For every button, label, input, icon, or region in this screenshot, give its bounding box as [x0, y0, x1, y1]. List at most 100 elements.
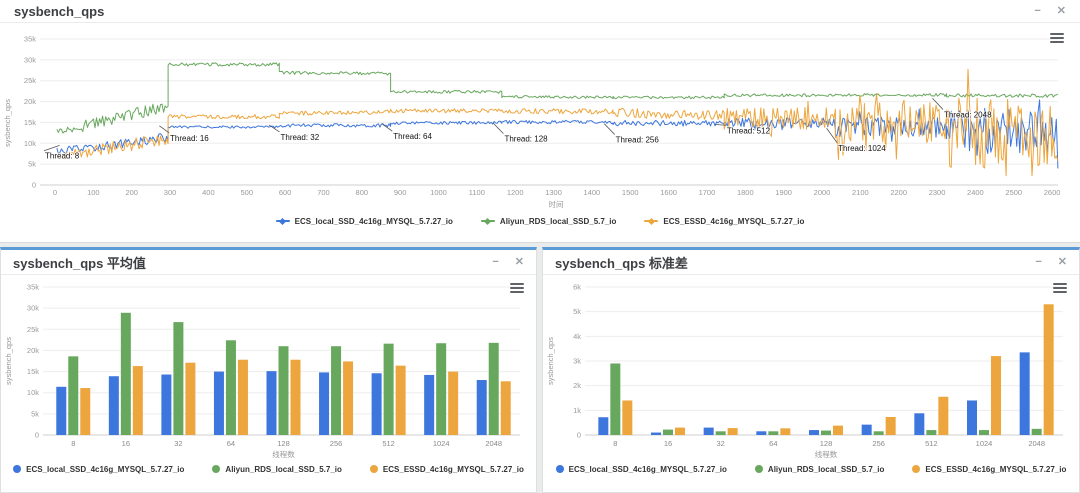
bar-512-orange[interactable]	[396, 366, 406, 435]
legend-item-green[interactable]: Aliyun_RDS_local_SSD_5.7_io	[755, 465, 885, 474]
bar-1024-blue[interactable]	[424, 375, 434, 435]
bar-256-green[interactable]	[331, 346, 341, 435]
annotation-label: Thread: 16	[170, 134, 209, 143]
svg-text:30k: 30k	[24, 55, 36, 64]
legend-item-orange[interactable]: ECS_ESSD_4c16g_MYSQL_5.7.27_io	[370, 465, 524, 474]
bar-256-green[interactable]	[874, 431, 884, 435]
bar-512-green[interactable]	[926, 430, 936, 435]
close-icon[interactable]: ✕	[1058, 257, 1067, 268]
bar-2048-orange[interactable]	[1044, 304, 1054, 435]
bar-512-orange[interactable]	[938, 397, 948, 435]
bar-512-blue[interactable]	[372, 373, 382, 435]
bar-8-green[interactable]	[68, 356, 78, 435]
bar-8-blue[interactable]	[56, 387, 66, 435]
bar-64-orange[interactable]	[780, 428, 790, 435]
bar-64-orange[interactable]	[238, 360, 248, 435]
svg-text:300: 300	[164, 188, 177, 197]
legend-item-blue[interactable]: ECS_local_SSD_4c16g_MYSQL_5.7.27_io	[13, 465, 184, 474]
minimize-icon[interactable]: −	[1034, 6, 1040, 17]
bar-64-green[interactable]	[768, 431, 778, 435]
bar-128-green[interactable]	[279, 346, 289, 435]
bar-2048-green[interactable]	[1032, 429, 1042, 435]
bar-256-blue[interactable]	[319, 372, 329, 435]
bar-256-orange[interactable]	[343, 361, 353, 435]
bar-32-blue[interactable]	[704, 428, 714, 435]
bar-16-green[interactable]	[663, 430, 673, 435]
svg-text:700: 700	[317, 188, 330, 197]
bar-128-orange[interactable]	[833, 426, 843, 435]
window-controls: − ✕	[492, 257, 524, 268]
bar-64-blue[interactable]	[214, 372, 224, 435]
qps-average-chart: 05k10k15k20k25k30k35k8163264128256512102…	[1, 275, 536, 459]
bar-16-blue[interactable]	[109, 376, 119, 435]
bar-2048-green[interactable]	[489, 343, 499, 435]
bar-1024-blue[interactable]	[967, 400, 977, 435]
legend-item-orange[interactable]: ECS_ESSD_4c16g_MYSQL_5.7.27_io	[644, 217, 804, 226]
bar-32-orange[interactable]	[185, 363, 195, 435]
svg-text:256: 256	[330, 439, 343, 448]
hamburger-menu-icon[interactable]	[510, 281, 524, 295]
legend-item-green[interactable]: Aliyun_RDS_local_SSD_5.7_io	[212, 465, 342, 474]
bar-1024-orange[interactable]	[448, 372, 458, 435]
svg-text:1200: 1200	[507, 188, 524, 197]
bar-8-orange[interactable]	[622, 400, 632, 435]
legend-item-green[interactable]: Aliyun_RDS_local_SSD_5.7_io	[481, 217, 617, 226]
hamburger-menu-icon[interactable]	[1050, 31, 1064, 45]
legend-item-blue[interactable]: ECS_local_SSD_4c16g_MYSQL_5.7.27_io	[556, 465, 727, 474]
bar-8-orange[interactable]	[80, 388, 90, 435]
qps-timeline-canvas[interactable]: 05k10k15k20k25k30k35k0100200300400500600…	[0, 23, 1080, 211]
legend-label: ECS_local_SSD_4c16g_MYSQL_5.7.27_io	[26, 465, 184, 474]
bar-32-green[interactable]	[173, 322, 183, 435]
bar-32-green[interactable]	[716, 431, 726, 435]
bar-1024-green[interactable]	[979, 430, 989, 435]
legend-item-blue[interactable]: ECS_local_SSD_4c16g_MYSQL_5.7.27_io	[276, 217, 453, 226]
close-icon[interactable]: ✕	[515, 257, 524, 268]
annotation-label: Thread: 256	[616, 135, 660, 144]
bar-128-green[interactable]	[821, 431, 831, 435]
bar-8-green[interactable]	[610, 363, 620, 435]
svg-text:20k: 20k	[24, 97, 36, 106]
x-axis-label: 线程数	[272, 449, 295, 459]
bar-512-blue[interactable]	[914, 413, 924, 435]
bar-8-blue[interactable]	[598, 417, 608, 435]
bar-512-green[interactable]	[384, 344, 394, 435]
bar-16-blue[interactable]	[651, 433, 661, 435]
panel-header: sysbench_qps 标准差 − ✕	[543, 250, 1079, 275]
svg-text:32: 32	[716, 439, 724, 448]
bar-128-blue[interactable]	[809, 430, 819, 435]
bar-1024-green[interactable]	[436, 343, 446, 435]
hamburger-menu-icon[interactable]	[1053, 281, 1067, 295]
qps-average-canvas[interactable]: 05k10k15k20k25k30k35k8163264128256512102…	[1, 275, 536, 459]
bar-32-blue[interactable]	[161, 375, 171, 435]
bar-1024-orange[interactable]	[991, 356, 1001, 435]
bar-16-orange[interactable]	[675, 428, 685, 435]
svg-text:16: 16	[664, 439, 672, 448]
bar-128-orange[interactable]	[291, 360, 301, 435]
window-controls: − ✕	[1034, 6, 1066, 17]
bar-64-blue[interactable]	[756, 431, 766, 435]
legend-label: ECS_local_SSD_4c16g_MYSQL_5.7.27_io	[569, 465, 727, 474]
bar-256-blue[interactable]	[862, 425, 872, 435]
y-axis-label: sysbench_qps	[546, 337, 555, 385]
bar-2048-orange[interactable]	[501, 381, 511, 435]
bar-32-orange[interactable]	[728, 428, 738, 435]
qps-stddev-canvas[interactable]: 01k2k3k4k5k6k816326412825651210242048线程数…	[543, 275, 1079, 459]
svg-text:25k: 25k	[24, 76, 36, 85]
bar-256-orange[interactable]	[886, 417, 896, 435]
legend-label: Aliyun_RDS_local_SSD_5.7_io	[500, 217, 617, 226]
x-axis-label: 线程数	[815, 449, 838, 459]
svg-text:1024: 1024	[433, 439, 450, 448]
minimize-icon[interactable]: −	[492, 257, 498, 268]
bar-128-blue[interactable]	[267, 371, 277, 435]
minimize-icon[interactable]: −	[1035, 257, 1041, 268]
legend-item-orange[interactable]: ECS_ESSD_4c16g_MYSQL_5.7.27_io	[912, 465, 1066, 474]
bar-2048-blue[interactable]	[1020, 352, 1030, 435]
svg-text:2100: 2100	[852, 188, 869, 197]
bar-2048-blue[interactable]	[477, 380, 487, 435]
bar-64-green[interactable]	[226, 340, 236, 435]
close-icon[interactable]: ✕	[1057, 6, 1066, 17]
panel-title: sysbench_qps	[14, 4, 104, 19]
bar-16-orange[interactable]	[133, 366, 143, 435]
bar-16-green[interactable]	[121, 313, 131, 435]
svg-text:2048: 2048	[1028, 439, 1045, 448]
